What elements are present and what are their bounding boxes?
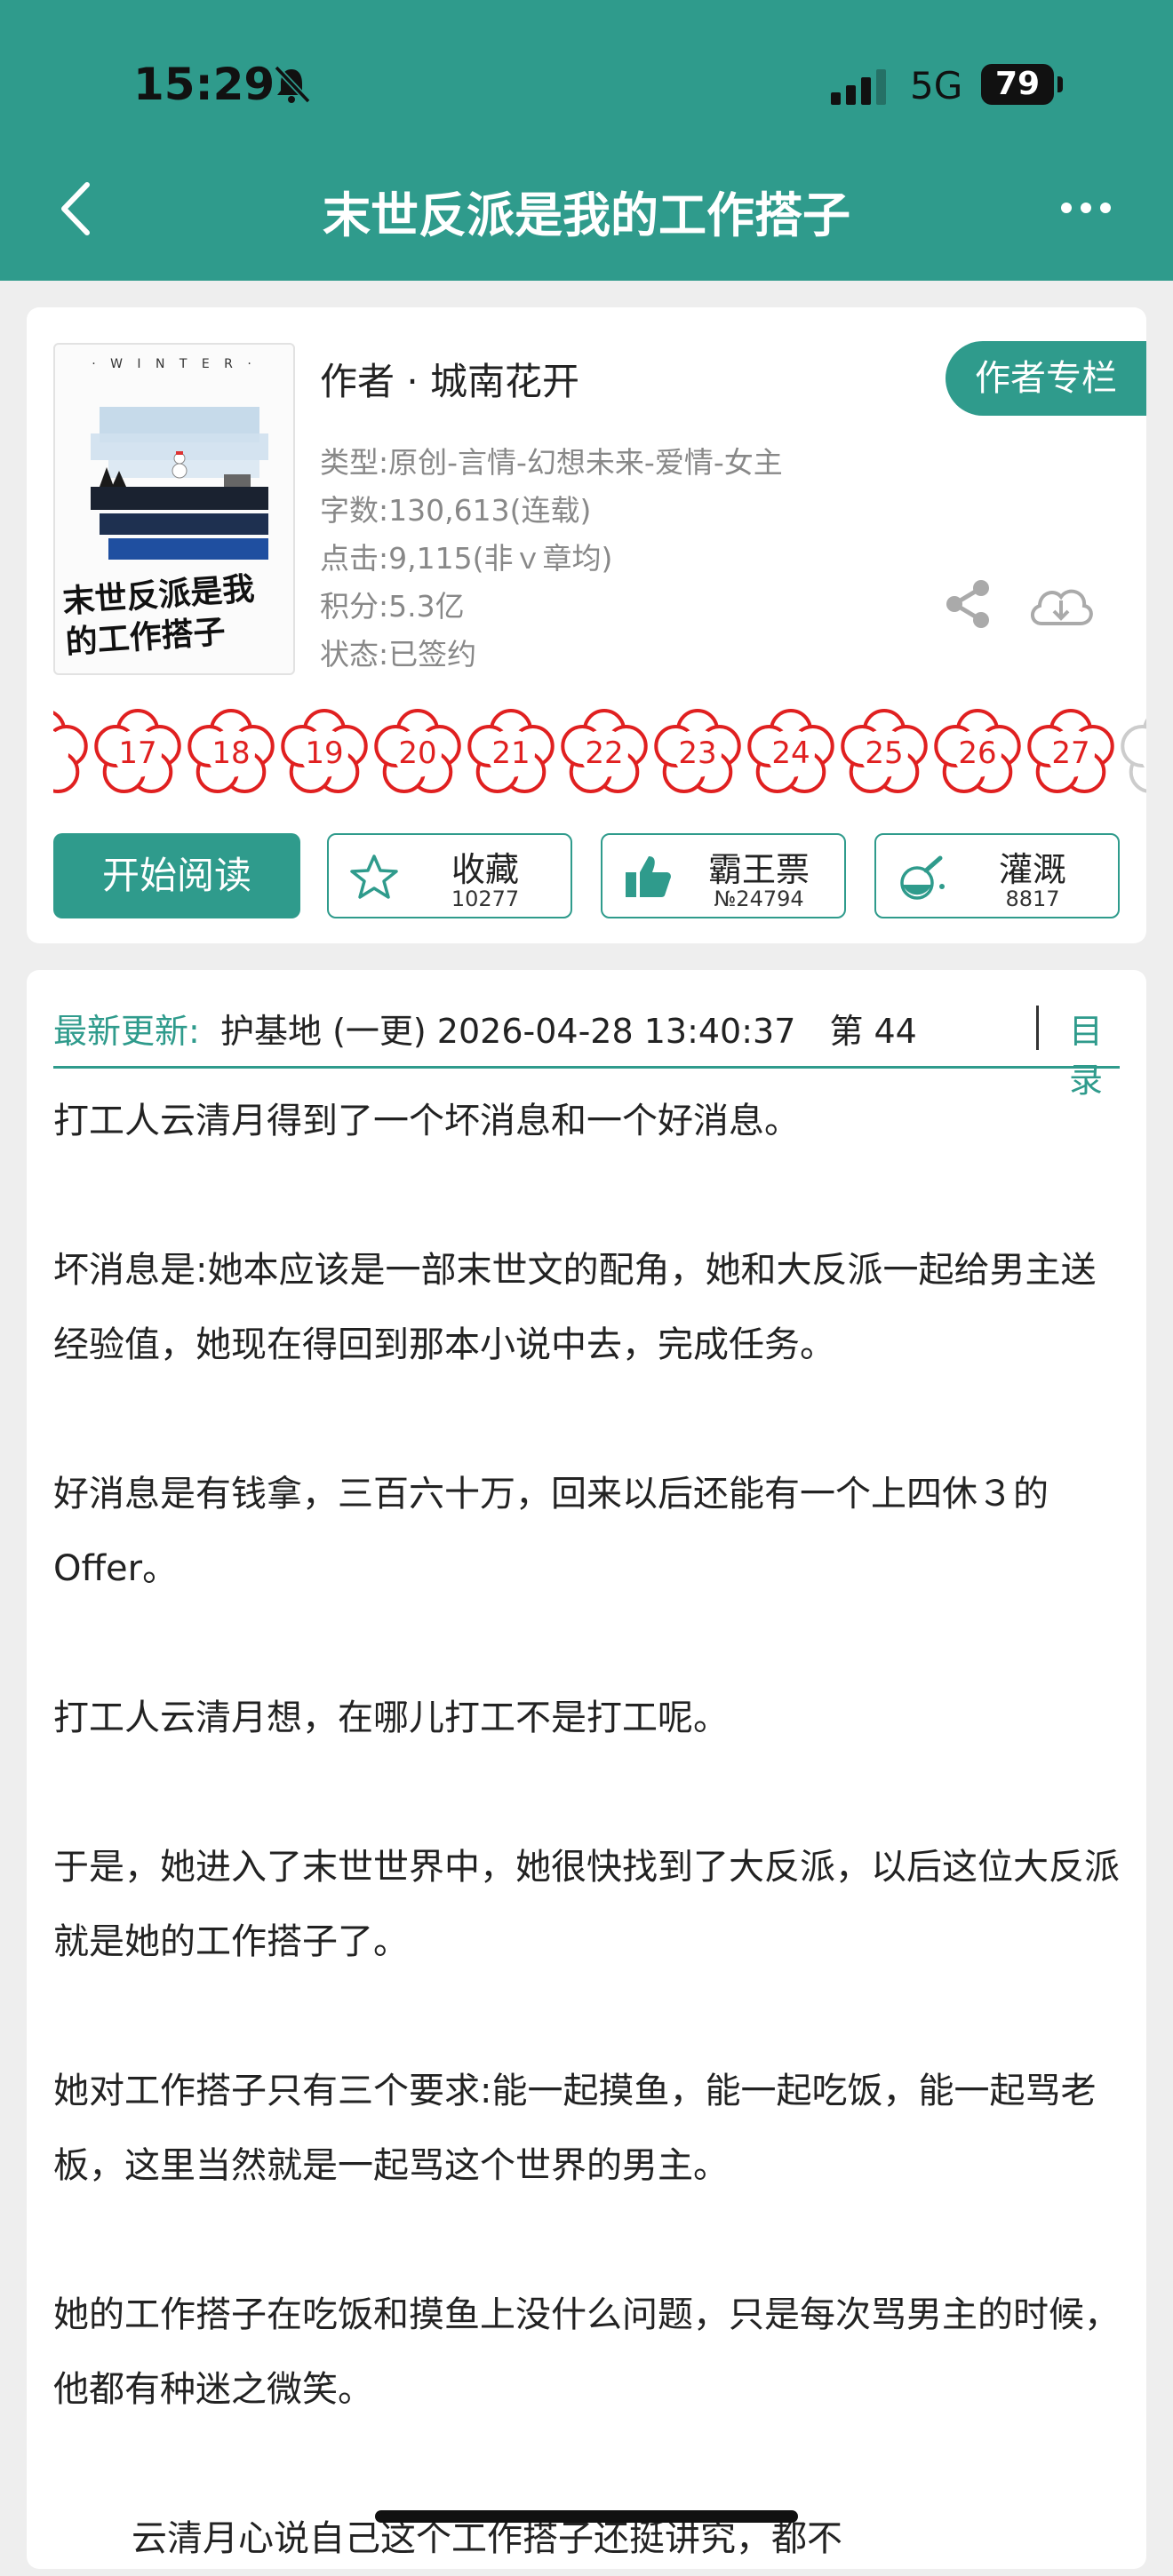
battery-indicator: 79 — [981, 64, 1054, 105]
overlord-ticket-count: №24794 — [714, 886, 804, 911]
flower-badge — [1120, 709, 1146, 798]
flower-badge: 21 — [467, 709, 555, 798]
author-name[interactable]: 作者 · 城南花开 — [320, 352, 579, 406]
latest-update-label: 最新更新: — [53, 1012, 200, 1051]
flower-number: 25 — [865, 735, 904, 771]
bell-muted-icon — [274, 65, 311, 104]
book-status: 状态:已签约 — [320, 637, 477, 672]
flower-number: 20 — [398, 735, 437, 771]
flower-rating-row: 17 18 19 20 21 22 23 24 25 26 27 — [53, 709, 1146, 807]
flower-number: 19 — [305, 735, 344, 771]
book-genre: 类型:原创-言情-幻想未来-爱情-女主 — [320, 445, 783, 480]
flower-badge: 20 — [373, 709, 462, 798]
star-icon — [350, 855, 398, 899]
divider — [1036, 1006, 1039, 1050]
flower-badge: 19 — [280, 709, 369, 798]
paragraph: 她的工作搭子在吃饭和摸鱼上没什么问题，只是每次骂男主的时候，他都有种迷之微笑。 — [53, 2294, 1120, 2410]
flower-number: 27 — [1051, 735, 1090, 771]
author-column-button[interactable]: 作者专栏 — [946, 341, 1146, 416]
nutrient-bottle-icon — [900, 855, 945, 900]
favorite-button[interactable]: 收藏 10277 — [327, 833, 572, 918]
network-type: 5G — [910, 64, 963, 107]
flower-number: 17 — [118, 735, 157, 771]
flower-badge: 18 — [187, 709, 275, 798]
paragraph: 打工人云清月得到了一个坏消息和一个好消息。 — [53, 1101, 800, 1141]
flower-number: 23 — [678, 735, 717, 771]
flower-icon — [53, 711, 88, 794]
page-title: 末世反派是我的工作搭子 — [323, 187, 850, 243]
flower-icon — [1121, 718, 1146, 793]
flower-badge: 24 — [746, 709, 835, 798]
cover-illustration — [73, 389, 275, 567]
book-score: 积分:5.3亿 — [320, 589, 465, 624]
paragraph: 坏消息是:她本应该是一部末世文的配角，她和大反派一起给男主送经验值，她现在得回到… — [53, 1250, 1097, 1365]
status-time: 15:29 — [133, 59, 275, 110]
flower-number: 22 — [585, 735, 624, 771]
app-header: 15:29 5G 79 末世反派是我的工作搭子 — [0, 0, 1173, 281]
flower-number: 24 — [771, 735, 810, 771]
irrigate-label: 灌溉 — [998, 850, 1066, 889]
battery-cap — [1057, 76, 1063, 92]
latest-update-text[interactable]: 护基地 (一更) 2026-04-28 13:40:37 第 44 — [220, 1004, 917, 1053]
book-cover[interactable]: · W I N T E R · 末世反派是我的工作搭子 — [53, 343, 295, 675]
flower-number: 21 — [491, 735, 531, 771]
flower-badge: 17 — [93, 709, 182, 798]
book-word-count: 字数:130,613(连载) — [320, 493, 592, 528]
paragraph: 于是，她进入了末世世界中，她很快找到了大反派，以后这位大反派就是她的工作搭子了。 — [53, 1847, 1120, 1962]
flower-number: 26 — [958, 735, 997, 771]
thumbs-up-icon — [626, 856, 671, 897]
overlord-ticket-label: 霸王票 — [707, 850, 810, 889]
flower-badge: 22 — [560, 709, 649, 798]
cover-label: · W I N T E R · — [92, 357, 257, 371]
flower-number: 18 — [211, 735, 251, 771]
favorite-count: 10277 — [451, 886, 520, 911]
flower-badge — [53, 709, 89, 798]
paragraph: 打工人云清月想，在哪儿打工不是打工呢。 — [53, 1697, 729, 1738]
chapter-content-card: 最新更新: 护基地 (一更) 2026-04-28 13:40:37 第 44 … — [27, 970, 1146, 2569]
cover-title: 末世反派是我的工作搭子 — [61, 569, 256, 662]
flower-badge: 23 — [653, 709, 742, 798]
back-icon[interactable] — [53, 178, 98, 240]
book-clicks: 点击:9,115(非ｖ章均) — [320, 541, 613, 576]
latest-update-bar[interactable]: 最新更新: 护基地 (一更) 2026-04-28 13:40:37 第 44 … — [53, 1004, 1120, 1100]
favorite-label: 收藏 — [451, 850, 519, 889]
flower-badge: 27 — [1026, 709, 1115, 798]
signal-icon — [831, 69, 886, 105]
download-icon[interactable] — [1025, 579, 1097, 632]
home-indicator[interactable] — [375, 2510, 798, 2523]
irrigate-count: 8817 — [1005, 886, 1060, 911]
overlord-ticket-button[interactable]: 霸王票 №24794 — [601, 833, 846, 918]
flower-badge: 26 — [933, 709, 1022, 798]
share-icon[interactable] — [942, 577, 995, 631]
more-icon[interactable] — [1059, 197, 1113, 219]
paragraph: 她对工作搭子只有三个要求:能一起摸鱼，能一起吃饭，能一起骂老板，这里当然就是一起… — [53, 2071, 1097, 2186]
book-info-card: · W I N T E R · 末世反派是我的工作搭子 作者 · 城南花开 作者… — [27, 307, 1146, 943]
paragraph: 好消息是有钱拿，三百六十万，回来以后还能有一个上四休３的Offer。 — [53, 1474, 1049, 1589]
start-reading-button[interactable]: 开始阅读 — [53, 833, 300, 918]
irrigate-button[interactable]: 灌溉 8817 — [874, 833, 1120, 918]
flower-badge: 25 — [840, 709, 929, 798]
